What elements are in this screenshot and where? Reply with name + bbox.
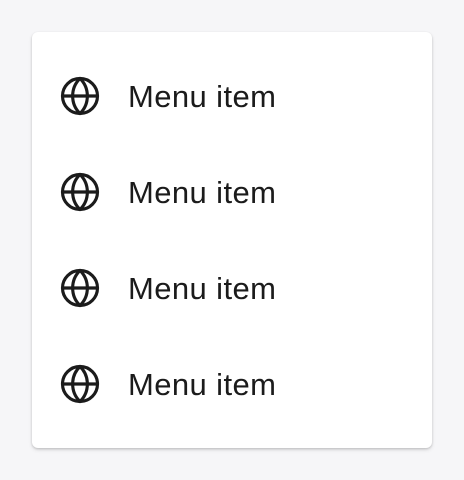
- menu: Menu item Menu item Menu item Menu item: [32, 32, 432, 448]
- menu-item-label: Menu item: [128, 78, 277, 114]
- menu-item-2[interactable]: Menu item: [32, 144, 432, 240]
- globe-icon: [59, 171, 101, 213]
- menu-item-label: Menu item: [128, 270, 277, 306]
- menu-item-3[interactable]: Menu item: [32, 240, 432, 336]
- globe-icon: [59, 267, 101, 309]
- globe-icon: [59, 363, 101, 405]
- menu-item-label: Menu item: [128, 366, 277, 402]
- menu-item-4[interactable]: Menu item: [32, 336, 432, 432]
- menu-item-1[interactable]: Menu item: [32, 48, 432, 144]
- menu-item-label: Menu item: [128, 174, 277, 210]
- globe-icon: [59, 75, 101, 117]
